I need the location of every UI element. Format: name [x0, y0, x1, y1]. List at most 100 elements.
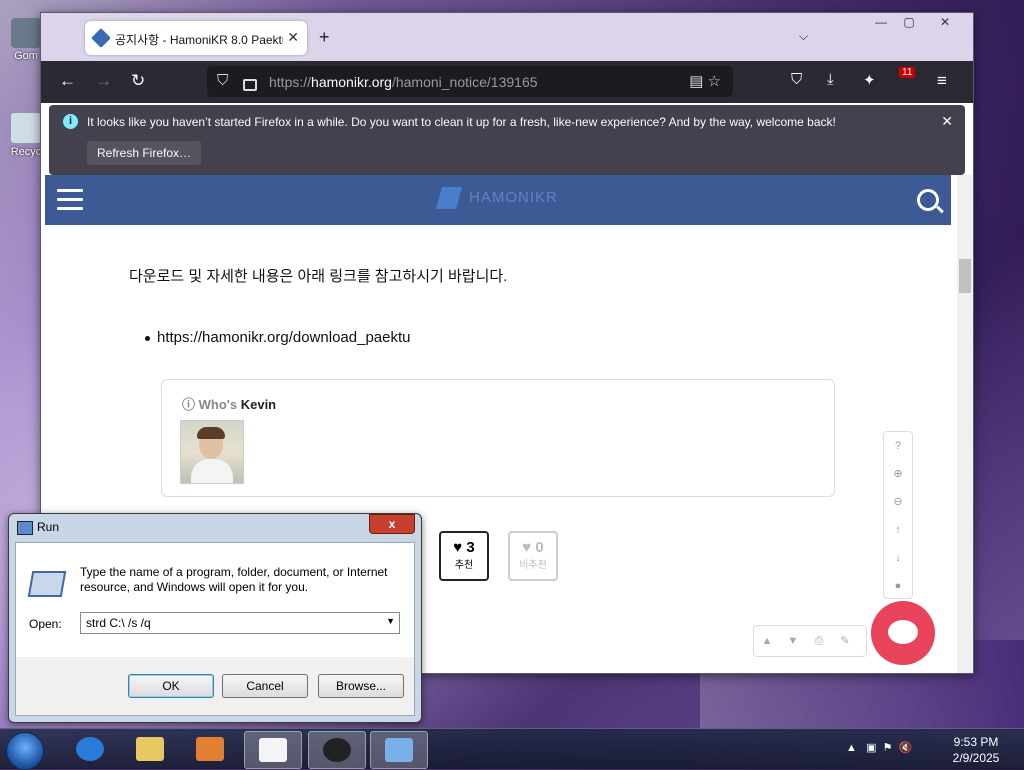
- zoom-out-icon[interactable]: ⊖: [884, 488, 912, 516]
- open-label: Open:: [29, 617, 62, 631]
- site-logo-text[interactable]: HAMONIKR: [469, 189, 558, 206]
- search-icon[interactable]: [917, 189, 939, 211]
- hamburger-menu-icon[interactable]: [57, 189, 83, 211]
- site-favicon-icon: [91, 28, 111, 48]
- desktop-icon-label: Recyc: [10, 146, 42, 158]
- lock-icon[interactable]: [243, 79, 257, 91]
- open-combobox[interactable]: strd C:\ /s /q ▼: [80, 612, 400, 634]
- downvote-label: 비추천: [519, 560, 547, 571]
- run-icon: [385, 738, 413, 762]
- notification-message: It looks like you haven’t started Firefo…: [87, 115, 836, 129]
- taskbar-explorer[interactable]: [122, 731, 178, 767]
- page-scrollbar[interactable]: [957, 175, 973, 673]
- author-name: Kevin: [240, 397, 277, 412]
- taskbar-run[interactable]: [370, 731, 428, 769]
- url-bar[interactable]: ⛉ https://hamonikr.org/hamoni_notice/139…: [207, 66, 733, 97]
- run-panel: Type the name of a program, folder, docu…: [15, 542, 415, 716]
- zoom-in-icon[interactable]: ⊕: [884, 460, 912, 488]
- pocket-icon[interactable]: ⛉: [791, 71, 802, 88]
- extensions-icon[interactable]: ✦: [863, 71, 876, 89]
- cancel-button[interactable]: Cancel: [222, 674, 308, 698]
- taskbar-document[interactable]: [244, 731, 302, 769]
- list-all-tabs-icon[interactable]: ⌵: [799, 29, 808, 44]
- minimize-icon[interactable]: —: [867, 13, 895, 31]
- network-icon[interactable]: ▣: [866, 742, 876, 754]
- refresh-firefox-button[interactable]: Refresh Firefox…: [87, 141, 202, 165]
- author-card: ⓘ Who's Kevin: [161, 379, 835, 497]
- tab-active[interactable]: 공지사항 - HamoniKR 8.0 Paektu ✕: [85, 21, 307, 55]
- new-tab-icon[interactable]: +: [319, 27, 330, 48]
- comment-icon[interactable]: ●: [884, 572, 912, 600]
- side-toolbar: ? ⊕ ⊖ ↑ ↓ ●: [883, 431, 913, 599]
- run-body: Type the name of a program, folder, docu…: [16, 543, 414, 657]
- open-input-value[interactable]: strd C:\ /s /q: [86, 616, 151, 630]
- scrollbar-thumb[interactable]: [959, 259, 971, 293]
- forward-icon[interactable]: →: [95, 71, 112, 91]
- content-paragraph: 다운로드 및 자세한 내용은 아래 링크를 참고하시기 바랍니다.: [129, 268, 508, 285]
- system-tray: ▲ ▣ ⚑ 🔇: [846, 741, 912, 754]
- folder-icon: [136, 737, 164, 761]
- internet-explorer-icon: [76, 737, 104, 761]
- extension-badge[interactable]: 11: [899, 67, 916, 78]
- url-text[interactable]: https://hamonikr.org/hamoni_notice/13916…: [269, 74, 538, 90]
- window-close-icon[interactable]: ✕: [931, 13, 959, 31]
- author-heading: ⓘ Who's Kevin: [182, 397, 277, 412]
- tracking-protection-icon[interactable]: ⛉: [217, 72, 228, 89]
- taskbar: ▲ ▣ ⚑ 🔇 9:53 PM 2/9/2025: [0, 728, 1024, 770]
- upvote-button[interactable]: ♥ 3 추천: [439, 531, 489, 581]
- upvote-label: 추천: [454, 560, 474, 571]
- scroll-up-icon[interactable]: ↑: [884, 516, 912, 544]
- tab-title: 공지사항 - HamoniKR 8.0 Paektu: [115, 33, 283, 47]
- run-program-icon: [27, 571, 67, 597]
- downvote-count: 0: [535, 539, 544, 556]
- taskbar-internet-explorer[interactable]: [62, 731, 118, 767]
- site-logo-icon[interactable]: [436, 187, 462, 209]
- start-button[interactable]: [6, 732, 44, 770]
- clock-time: 9:53 PM: [953, 735, 999, 749]
- clock[interactable]: 9:53 PM 2/9/2025: [946, 734, 1006, 766]
- downvote-button[interactable]: ♥ 0 비추천: [508, 531, 558, 581]
- reload-icon[interactable]: ↻: [131, 71, 145, 91]
- menu-icon[interactable]: ≡: [937, 71, 947, 91]
- avatar[interactable]: [180, 420, 244, 484]
- volume-icon[interactable]: 🔇: [899, 742, 913, 754]
- maximize-icon[interactable]: ▢: [895, 13, 923, 31]
- flag-icon[interactable]: ⚑: [883, 742, 893, 754]
- taskbar-media[interactable]: [182, 731, 238, 767]
- taskbar-incognito[interactable]: [308, 731, 366, 769]
- document-icon: [259, 738, 287, 762]
- run-dialog: Run x Type the name of a program, folder…: [8, 513, 422, 723]
- post-tools: ▲ ▼ ⎙ ✎: [753, 625, 867, 657]
- site-header: HAMONIKR: [45, 175, 951, 225]
- browse-button[interactable]: Browse...: [318, 674, 404, 698]
- run-description: Type the name of a program, folder, docu…: [80, 565, 388, 594]
- notification-close-icon[interactable]: ✕: [941, 113, 953, 130]
- incognito-icon: [323, 738, 351, 762]
- desktop-icon-label: Gom: [14, 50, 38, 62]
- media-player-icon: [196, 737, 224, 761]
- ok-button[interactable]: OK: [128, 674, 214, 698]
- tab-close-icon[interactable]: ✕: [287, 29, 299, 46]
- recycle-bin-icon: [10, 112, 42, 144]
- scroll-down-icon[interactable]: ↓: [884, 544, 912, 572]
- back-icon[interactable]: ←: [59, 71, 76, 91]
- arrow-down-icon[interactable]: ▼: [780, 626, 806, 656]
- help-icon[interactable]: ?: [884, 432, 912, 460]
- reader-view-icon[interactable]: ▤ ☆: [689, 72, 721, 90]
- print-icon[interactable]: ⎙: [806, 626, 832, 656]
- download-link[interactable]: https://hamonikr.org/download_paektu: [145, 329, 411, 346]
- attach-icon[interactable]: ✎: [832, 626, 858, 656]
- downloads-icon[interactable]: ⤓: [827, 71, 834, 88]
- run-dialog-title: Run: [37, 520, 60, 534]
- chat-button[interactable]: [871, 601, 935, 665]
- run-icon: [17, 521, 33, 535]
- upvote-count: 3: [466, 539, 475, 556]
- chevron-down-icon[interactable]: ▼: [386, 616, 395, 626]
- navigation-toolbar: ← → ↻ ⛉ https://hamonikr.org/hamoni_noti…: [41, 61, 973, 103]
- gom-icon: [11, 18, 41, 48]
- show-hidden-icons-icon[interactable]: ▲: [846, 742, 857, 754]
- arrow-up-icon[interactable]: ▲: [754, 626, 780, 656]
- clock-date: 2/9/2025: [952, 751, 1000, 765]
- notification-bar: i It looks like you haven’t started Fire…: [49, 105, 965, 175]
- run-close-button[interactable]: x: [369, 514, 415, 534]
